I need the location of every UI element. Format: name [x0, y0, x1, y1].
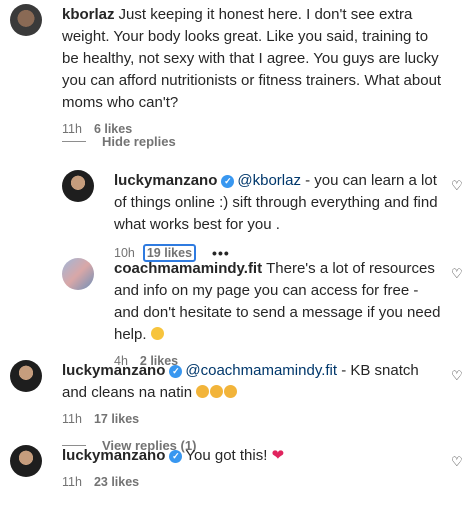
comment-body: luckymanzano ✓ You got this! ❤ 11h 23 like… — [62, 445, 440, 489]
emoji-icon — [210, 385, 224, 398]
comment-text: luckymanzano ✓ You got this! ❤ — [62, 445, 440, 467]
username[interactable]: luckymanzano — [114, 172, 217, 189]
reply-luckymanzano: luckymanzano ✓ @kborlaz - you can learn a … — [62, 170, 442, 262]
avatar[interactable] — [10, 4, 42, 36]
comment-luckymanzano: luckymanzano ✓ @coachmamamindy.fit - KB sn… — [10, 360, 440, 426]
smile-emoji-icon — [150, 327, 164, 340]
comment-body: luckymanzano ✓ @coachmamamindy.fit - KB sn… — [62, 360, 440, 426]
likes-count[interactable]: 23 likes — [94, 475, 139, 489]
divider — [62, 141, 86, 142]
comment-text: kborlaz Just keeping it honest here. I do… — [62, 4, 447, 114]
reply-body: luckymanzano ✓ @kborlaz - you can learn a … — [114, 170, 442, 262]
heart-outline-icon[interactable]: ♡ — [451, 455, 463, 468]
reply-body: coachmamamindy.fit There's a lot of resou… — [114, 258, 442, 368]
reply-text: coachmamamindy.fit There's a lot of resou… — [114, 258, 442, 346]
emoji-icon — [196, 385, 210, 398]
comment-meta: 11h 23 likes — [62, 475, 440, 489]
avatar[interactable] — [62, 170, 94, 202]
verified-badge-icon: ✓ — [169, 450, 183, 463]
username[interactable]: luckymanzano — [62, 447, 165, 464]
red-heart-emoji-icon: ❤ — [271, 447, 285, 464]
comment-meta: 11h 17 likes — [62, 412, 440, 426]
heart-outline-icon[interactable]: ♡ — [451, 267, 463, 280]
avatar[interactable] — [62, 258, 94, 290]
avatar[interactable] — [10, 445, 42, 477]
username[interactable]: coachmamamindy.fit — [114, 260, 262, 277]
heart-outline-icon[interactable]: ♡ — [451, 179, 463, 192]
timestamp[interactable]: 11h — [62, 475, 82, 489]
username[interactable]: luckymanzano — [62, 362, 165, 379]
reply-coachmamamindy: coachmamamindy.fit There's a lot of resou… — [62, 258, 442, 368]
comment-content: Just keeping it honest here. I don't see… — [62, 6, 442, 111]
comment-luckymanzano-2: luckymanzano ✓ You got this! ❤ 11h 23 like… — [10, 445, 440, 489]
hide-replies-button[interactable]: Hide replies — [62, 134, 176, 149]
comment-text: luckymanzano ✓ @coachmamamindy.fit - KB sn… — [62, 360, 440, 404]
comment-kborlaz: kborlaz Just keeping it honest here. I do… — [10, 4, 450, 136]
verified-badge-icon: ✓ — [221, 175, 235, 188]
avatar[interactable] — [10, 360, 42, 392]
emoji-icon — [224, 385, 238, 398]
mention-link[interactable]: @kborlaz — [237, 172, 301, 189]
comment-body: kborlaz Just keeping it honest here. I do… — [62, 4, 447, 136]
timestamp[interactable]: 11h — [62, 412, 82, 426]
hide-replies-label: Hide replies — [102, 134, 176, 149]
mention-link[interactable]: @coachmamamindy.fit — [185, 362, 337, 379]
username[interactable]: kborlaz — [62, 6, 115, 23]
reply-text: luckymanzano ✓ @kborlaz - you can learn a … — [114, 170, 442, 236]
verified-badge-icon: ✓ — [169, 365, 183, 378]
comment-content: You got this! — [185, 447, 268, 464]
heart-outline-icon[interactable]: ♡ — [451, 369, 463, 382]
likes-count[interactable]: 17 likes — [94, 412, 139, 426]
